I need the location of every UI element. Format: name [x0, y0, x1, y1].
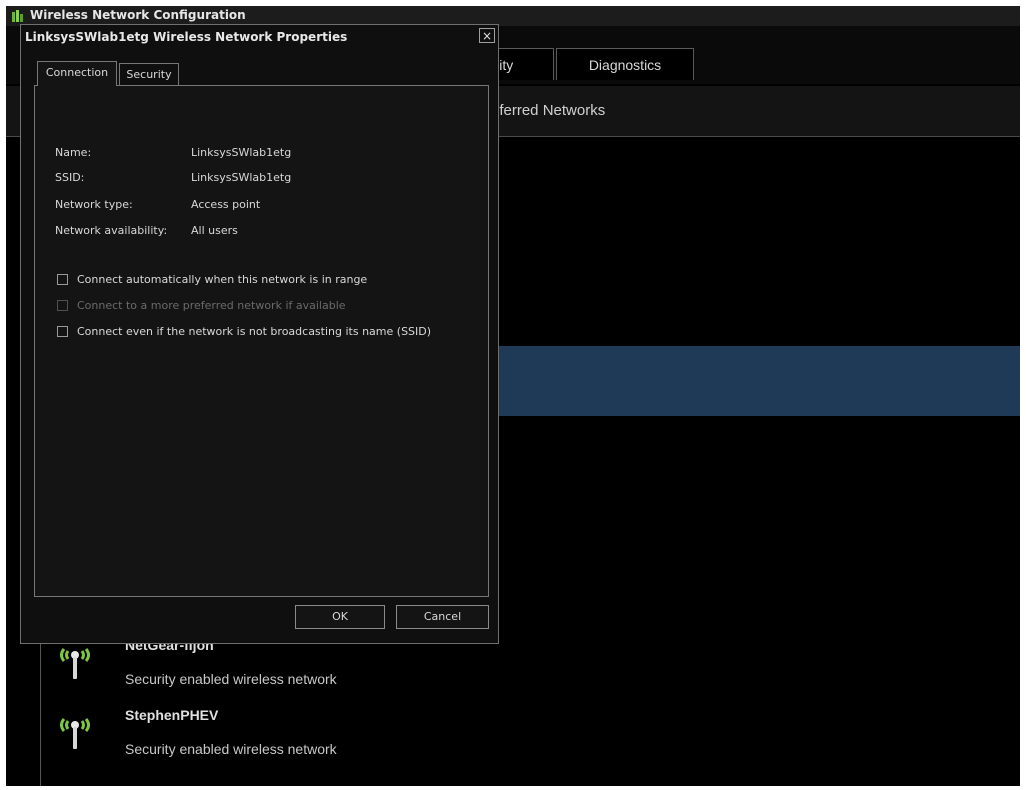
- app-icon: [12, 10, 23, 22]
- wireless-antenna-icon: [60, 718, 90, 749]
- network-description: Security enabled wireless network: [125, 741, 337, 757]
- network-properties-dialog: LinksysSWlab1etg Wireless Network Proper…: [20, 24, 499, 644]
- cancel-button[interactable]: Cancel: [396, 605, 489, 629]
- network-list-item[interactable]: StephenPHEV Security enabled wireless ne…: [41, 707, 641, 777]
- connect-preferred-label: Connect to a more preferred network if a…: [77, 299, 346, 312]
- close-icon: ×: [481, 29, 493, 43]
- window-title: Wireless Network Configuration: [30, 8, 246, 22]
- connect-hidden-ssid-label[interactable]: Connect even if the network is not broad…: [77, 325, 431, 338]
- connection-tab-panel: Name: LinksysSWlab1etg SSID: LinksysSWla…: [34, 85, 489, 597]
- ok-button[interactable]: OK: [295, 605, 385, 629]
- network-availability-value: All users: [191, 224, 238, 237]
- wireless-antenna-icon: [60, 648, 90, 679]
- network-type-label: Network type:: [55, 198, 133, 211]
- network-type-value: Access point: [191, 198, 261, 211]
- connect-preferred-checkbox: [57, 300, 68, 311]
- network-name: StephenPHEV: [125, 707, 219, 723]
- tab-security[interactable]: Security: [119, 63, 179, 85]
- connect-automatically-label[interactable]: Connect automatically when this network …: [77, 273, 367, 286]
- name-label: Name:: [55, 146, 92, 159]
- dialog-title: LinksysSWlab1etg Wireless Network Proper…: [25, 30, 348, 44]
- close-button[interactable]: ×: [479, 28, 495, 43]
- network-list-item[interactable]: NetGear-fijon Security enabled wireless …: [41, 637, 641, 707]
- connect-automatically-checkbox[interactable]: [57, 274, 68, 285]
- section-header-label: referred Networks: [486, 102, 606, 119]
- name-value: LinksysSWlab1etg: [191, 146, 292, 159]
- tab-connection[interactable]: Connection: [37, 61, 117, 86]
- connect-hidden-ssid-checkbox[interactable]: [57, 326, 68, 337]
- ssid-label: SSID:: [55, 171, 85, 184]
- ssid-value: LinksysSWlab1etg: [191, 171, 292, 184]
- network-description: Security enabled wireless network: [125, 671, 337, 687]
- dialog-titlebar: LinksysSWlab1etg Wireless Network Proper…: [21, 25, 498, 49]
- network-availability-label: Network availability:: [55, 224, 168, 237]
- tab-diagnostics[interactable]: Diagnostics: [556, 48, 694, 80]
